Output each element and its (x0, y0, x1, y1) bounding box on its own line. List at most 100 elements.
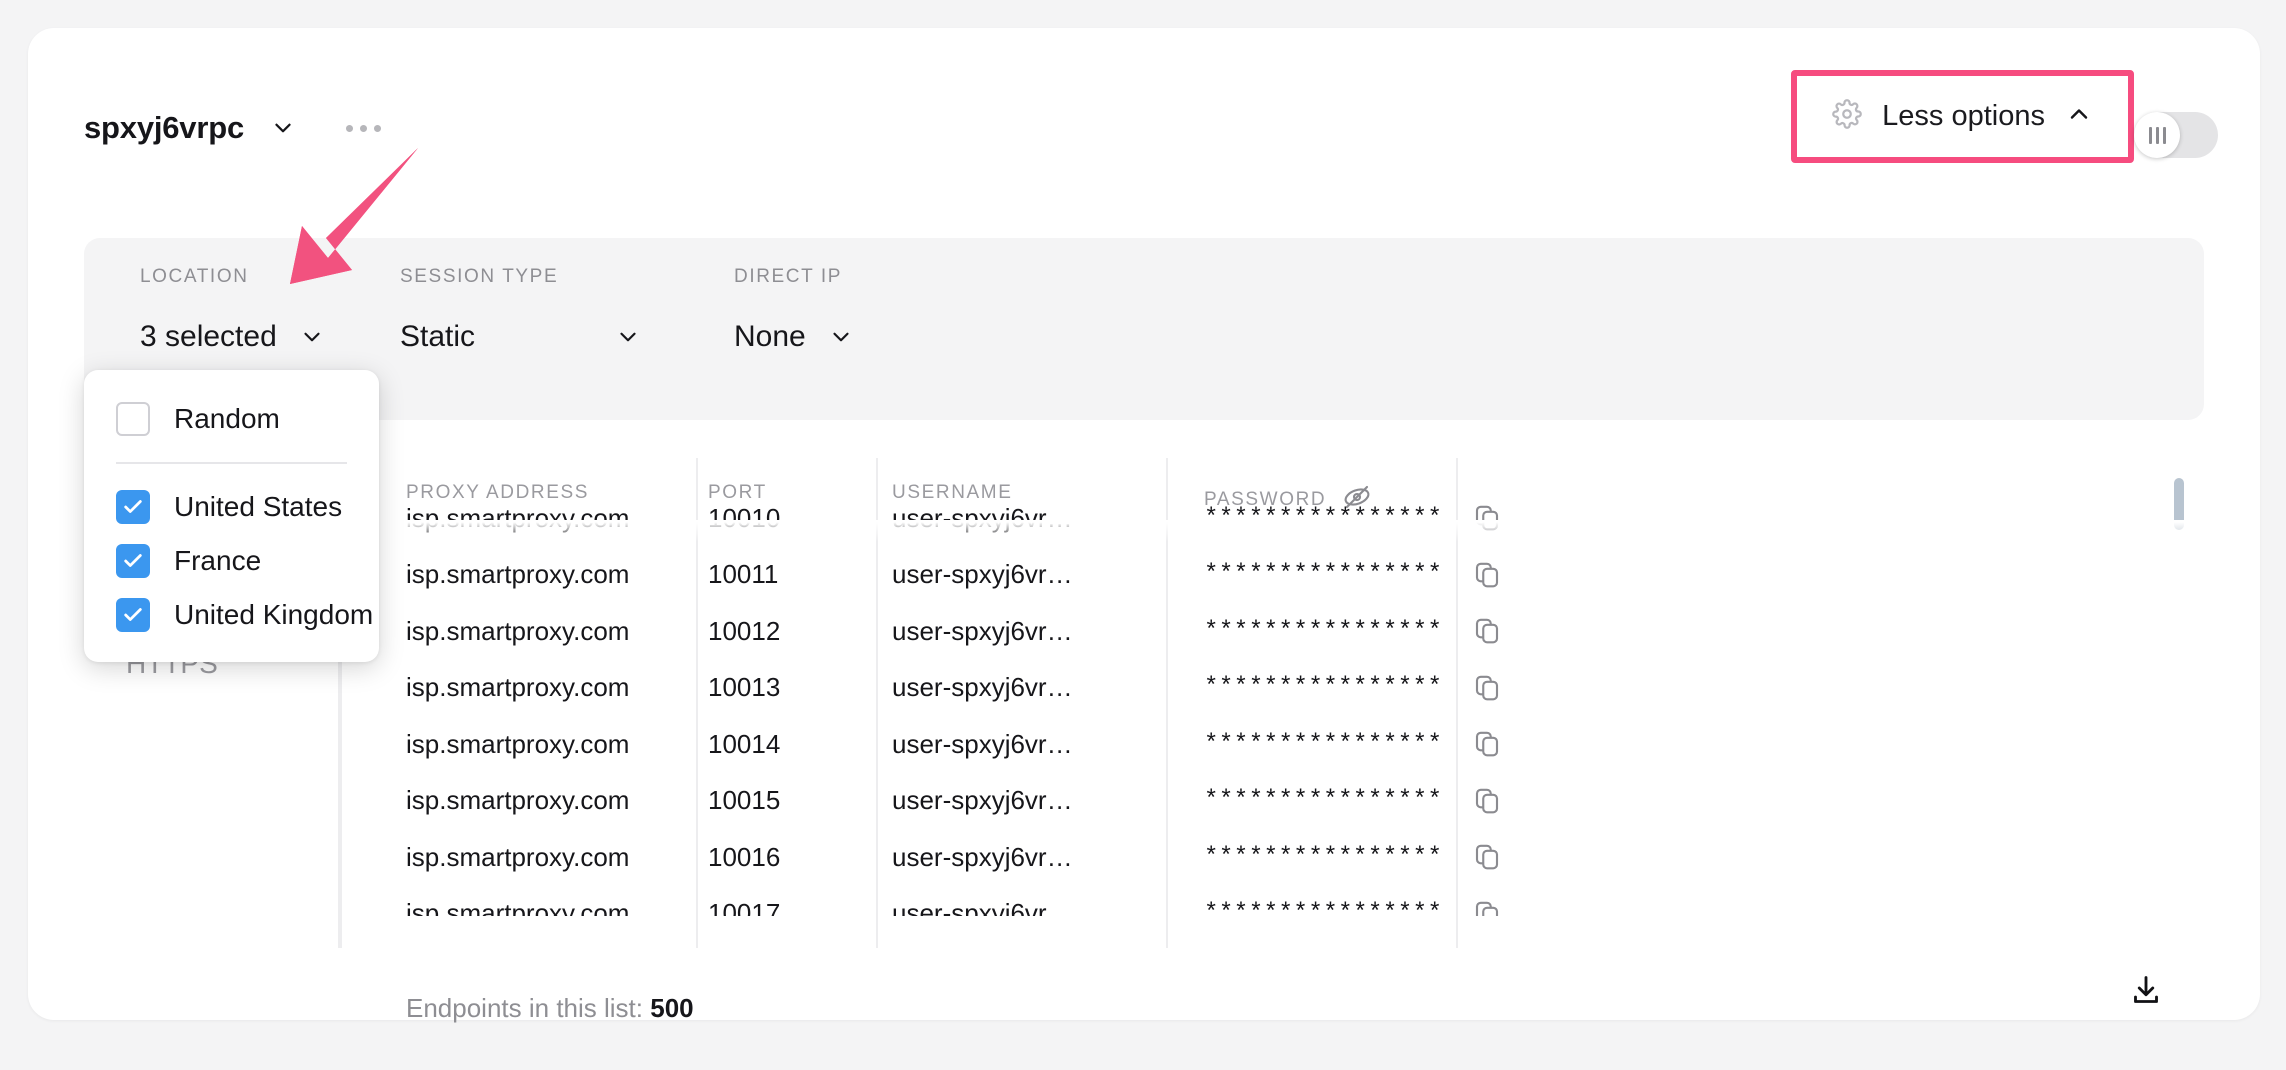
proxy-endpoints-card: spxyj6vrpc Less options LOCATION 3 selec… (28, 28, 2260, 1023)
checkbox-checked-icon[interactable] (116, 544, 150, 578)
endpoints-count-label: Endpoints in this list: (406, 993, 644, 1023)
copy-icon[interactable] (1472, 560, 1502, 590)
cell-proxy-address: isp.smartproxy.com (406, 785, 630, 816)
copy-icon[interactable] (1472, 673, 1502, 703)
cell-proxy-address: isp.smartproxy.com (406, 672, 630, 703)
cell-username: user-spxyj6vr… (892, 841, 1073, 872)
cell-proxy-address: isp.smartproxy.com (406, 841, 630, 872)
cell-password: **************** (1204, 730, 1440, 758)
column-divider (1166, 458, 1168, 948)
checkbox-unchecked-icon[interactable] (116, 402, 150, 436)
less-options-highlight: Less options (1791, 70, 2134, 163)
dropdown-item-united-states[interactable]: United States (84, 480, 379, 534)
chevron-down-icon (299, 324, 325, 350)
cell-proxy-address: isp.smartproxy.com (406, 728, 630, 759)
copy-row-button[interactable] (1440, 603, 1540, 660)
copy-row-button[interactable] (1440, 490, 1540, 547)
cell-port: 10014 (708, 728, 781, 759)
view-mode-toggle[interactable] (2134, 112, 2218, 158)
checkbox-checked-icon[interactable] (116, 490, 150, 524)
cell-password: **************** (1204, 504, 1440, 532)
table-row[interactable]: isp.smartproxy.com 10014 user-spxyj6vr… ***… (340, 716, 2208, 773)
table-row[interactable]: isp.smartproxy.com 10011 user-spxyj6vr… ***… (340, 547, 2208, 604)
download-icon[interactable] (2128, 973, 2164, 1009)
ellipsis-icon[interactable] (344, 119, 383, 138)
table-row[interactable]: isp.smartproxy.com 10015 user-spxyj6vr… ***… (340, 773, 2208, 830)
column-divider (1456, 458, 1458, 948)
chevron-down-icon (828, 324, 854, 350)
endpoints-count-text: Endpoints in this list: 500 (406, 993, 694, 1024)
title-group: spxyj6vrpc (84, 110, 383, 146)
dropdown-item-label: United States (174, 491, 343, 522)
filter-location-value: 3 selected (140, 320, 277, 353)
cell-proxy-address: isp.smartproxy.com (406, 615, 630, 646)
copy-icon[interactable] (1472, 729, 1502, 759)
cell-port: 10011 (708, 559, 779, 590)
app-root: spxyj6vrpc Less options LOCATION 3 selec… (0, 0, 2286, 1070)
copy-icon[interactable] (1472, 786, 1502, 816)
cell-proxy-address: isp.smartproxy.com (406, 898, 630, 916)
endpoints-table: PROXY ADDRESS PORT USERNAME PASSWORD isp… (340, 458, 2208, 948)
copy-row-button[interactable] (1440, 886, 1540, 916)
cell-port: 10016 (708, 841, 781, 872)
copy-icon[interactable] (1472, 503, 1502, 533)
cell-username: user-spxyj6vr… (892, 559, 1073, 590)
dropdown-item-france[interactable]: France (84, 534, 379, 588)
filter-session-type-value: Static (400, 320, 476, 353)
dropdown-divider (116, 462, 347, 464)
dropdown-item-label: France (174, 545, 262, 576)
table-row[interactable]: isp.smartproxy.com 10017 user-spxyj6vr… ***… (340, 886, 2208, 916)
table-row[interactable]: isp.smartproxy.com 10016 user-spxyj6vr… ***… (340, 829, 2208, 886)
cell-username: user-spxyj6vr… (892, 615, 1073, 646)
chevron-down-icon (615, 324, 641, 350)
column-divider (696, 458, 698, 948)
chevron-down-icon[interactable] (270, 115, 296, 141)
cell-username: user-spxyj6vr… (892, 898, 1073, 916)
card-header: spxyj6vrpc Less options (28, 28, 2260, 188)
cell-port: 10010 (708, 502, 781, 533)
filter-session-type: SESSION TYPE Static (400, 266, 680, 354)
copy-icon[interactable] (1472, 899, 1502, 916)
cell-username: user-spxyj6vr… (892, 502, 1073, 533)
filter-session-type-select[interactable]: Static (400, 320, 680, 354)
filter-location-label: LOCATION (140, 266, 249, 287)
table-scrollbar[interactable] (2174, 458, 2184, 948)
dropdown-item-label: United Kingdom (174, 599, 374, 630)
copy-row-button[interactable] (1440, 716, 1540, 773)
cell-password: **************** (1204, 617, 1440, 645)
copy-row-button[interactable] (1440, 773, 1540, 830)
filter-location: LOCATION 3 selected (140, 266, 380, 354)
page-title: spxyj6vrpc (84, 110, 244, 145)
table-row[interactable]: isp.smartproxy.com 10013 user-spxyj6vr… ***… (340, 660, 2208, 717)
filter-bar: LOCATION 3 selected SESSION TYPE Static (84, 238, 2204, 420)
gear-icon (1832, 99, 1863, 134)
checkbox-checked-icon[interactable] (116, 598, 150, 632)
cell-port: 10012 (708, 615, 781, 646)
copy-row-button[interactable] (1440, 660, 1540, 717)
table-row[interactable]: isp.smartproxy.com 10012 user-spxyj6vr… ***… (340, 603, 2208, 660)
chevron-up-icon (2065, 100, 2093, 133)
scrollbar-thumb[interactable] (2174, 478, 2184, 530)
filter-direct-ip-value: None (734, 320, 806, 353)
filter-direct-ip-select[interactable]: None (734, 320, 934, 354)
cell-port: 10017 (708, 898, 781, 916)
endpoints-count-value: 500 (650, 993, 694, 1023)
dropdown-item-random[interactable]: Random (84, 392, 379, 446)
cell-password: **************** (1204, 674, 1440, 702)
dropdown-item-united-kingdom[interactable]: United Kingdom (84, 588, 379, 642)
less-options-button[interactable]: Less options (1806, 85, 2119, 148)
grip-lines-vertical-icon (2134, 112, 2180, 158)
cell-port: 10013 (708, 672, 781, 703)
location-dropdown[interactable]: Random United States France United Kingd (84, 370, 379, 662)
dropdown-item-label: Random (174, 403, 280, 434)
cell-password: **************** (1204, 843, 1440, 871)
copy-icon[interactable] (1472, 616, 1502, 646)
table-row[interactable]: isp.smartproxy.com 10010 user-spxyj6vr… ***… (340, 490, 2208, 547)
cell-password: **************** (1204, 900, 1440, 916)
copy-row-button[interactable] (1440, 547, 1540, 604)
column-header-copy (1440, 458, 1540, 482)
copy-row-button[interactable] (1440, 829, 1540, 886)
filter-location-select[interactable]: 3 selected (140, 320, 380, 354)
table-body[interactable]: isp.smartproxy.com 10010 user-spxyj6vr… ***… (340, 490, 2208, 916)
copy-icon[interactable] (1472, 842, 1502, 872)
